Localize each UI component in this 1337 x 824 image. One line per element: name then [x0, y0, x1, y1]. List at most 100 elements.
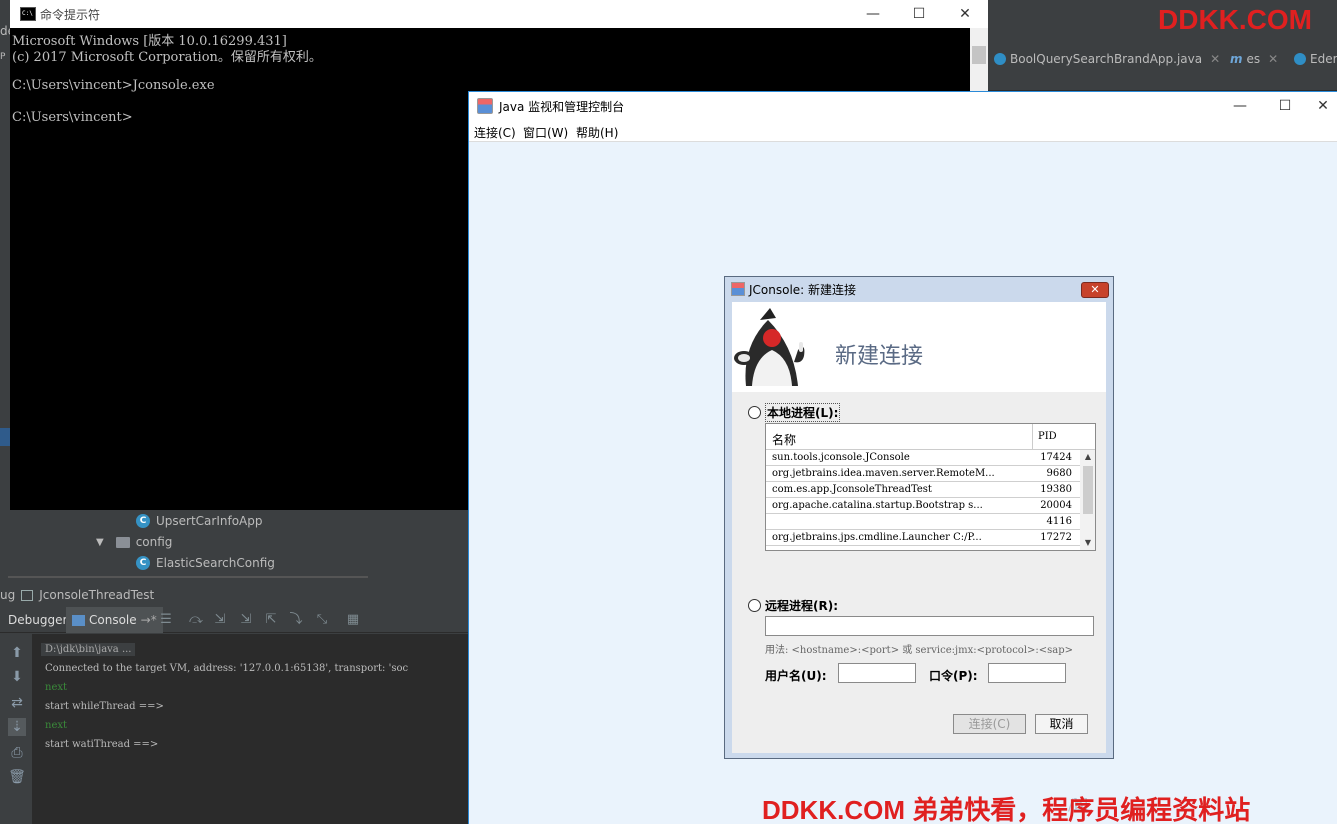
- console-line: next: [45, 720, 68, 731]
- tree-item-label: UpsertCarInfoApp: [156, 514, 263, 528]
- close-button[interactable]: ✕: [942, 0, 988, 28]
- table-row[interactable]: 4116: [766, 514, 1080, 530]
- menu-help[interactable]: 帮助(H): [576, 124, 618, 141]
- local-process-label: 本地进程(L):: [765, 403, 841, 422]
- debug-title: ug JconsoleThreadTest: [0, 586, 154, 604]
- username-input[interactable]: [838, 663, 916, 683]
- editor-tab-eder[interactable]: Eder: [1294, 48, 1337, 70]
- watermark-bottom: DDKK.COM 弟弟快看，程序员编程资料站: [762, 795, 1251, 824]
- menu-window[interactable]: 窗口(W): [523, 124, 568, 141]
- editor-tab-boolquery[interactable]: BoolQuerySearchBrandApp.java ✕: [994, 48, 1220, 70]
- soft-wrap-icon[interactable]: ⇄: [8, 694, 26, 712]
- dialog-title: JConsole: 新建连接: [749, 283, 857, 297]
- watermark-top: DDKK.COM: [1158, 4, 1312, 35]
- console-line: Connected to the target VM, address: '12…: [45, 663, 409, 674]
- close-icon[interactable]: ✕: [1210, 52, 1220, 66]
- print-icon[interactable]: ⎙: [8, 744, 26, 762]
- username-label: 用户名(U):: [765, 669, 827, 683]
- close-button[interactable]: ✕: [1307, 92, 1337, 120]
- remote-process-label: 远程进程(R):: [765, 599, 839, 613]
- list-icon[interactable]: ☰: [158, 612, 174, 628]
- step-into-icon[interactable]: ⇲: [212, 612, 228, 628]
- arrow-up-icon[interactable]: ⬆: [8, 644, 26, 662]
- scroll-down-icon[interactable]: ▼: [1080, 536, 1095, 550]
- jconsole-titlebar[interactable]: Java 监视和管理控制台 — ☐ ✕: [469, 92, 1337, 120]
- remote-process-radio[interactable]: [748, 599, 761, 612]
- connect-button[interactable]: 连接(C): [953, 714, 1026, 734]
- step-out-icon[interactable]: ⇱: [263, 612, 279, 628]
- dialog-banner: 新建连接: [732, 302, 1106, 392]
- menu-bar: 连接(C) 窗口(W) 帮助(H): [469, 120, 1337, 142]
- arrow-down-icon[interactable]: ⬇: [8, 668, 26, 686]
- cmd-line: (c) 2017 Microsoft Corporation。保留所有权利。: [12, 50, 322, 65]
- evaluate-icon[interactable]: ▦: [345, 612, 361, 628]
- process-name: org.jetbrains.jps.cmdline.Launcher C:/P.…: [772, 532, 982, 543]
- tree-item-elasticsearchconfig[interactable]: C ElasticSearchConfig: [136, 556, 275, 570]
- minimize-button[interactable]: —: [1217, 92, 1263, 120]
- scroll-up-icon[interactable]: ▲: [1080, 450, 1095, 464]
- column-divider[interactable]: [1032, 424, 1033, 450]
- table-row[interactable]: org.apache.catalina.startup.Bootstrap s.…: [766, 498, 1080, 514]
- process-pid: 4116: [1046, 516, 1072, 527]
- local-process-radio[interactable]: [748, 406, 761, 419]
- cmd-titlebar[interactable]: C:\ 命令提示符 — ☐ ✕: [10, 0, 988, 28]
- tree-item-upsertcarinfoapp[interactable]: C UpsertCarInfoApp: [136, 514, 263, 528]
- table-row[interactable]: com.es.app.JconsoleThreadTest 19380: [766, 482, 1080, 498]
- java-icon: [477, 98, 493, 114]
- process-table: 名称 PID sun.tools.jconsole.JConsole 17424…: [765, 423, 1096, 551]
- local-process-option[interactable]: 本地进程(L):: [748, 403, 841, 422]
- editor-tab-label: Eder: [1310, 52, 1337, 66]
- java-icon: [731, 282, 745, 296]
- table-row[interactable]: org.jetbrains.idea.maven.server.RemoteM.…: [766, 466, 1080, 482]
- cmd-line: C:\Users\vincent>Jconsole.exe: [12, 78, 215, 93]
- close-icon[interactable]: ✕: [1268, 52, 1278, 66]
- maven-icon: m: [1230, 52, 1243, 66]
- minimize-button[interactable]: —: [850, 0, 896, 28]
- tree-item-label: config: [135, 535, 173, 549]
- process-pid: 20004: [1040, 500, 1072, 511]
- pin-icon[interactable]: →*: [141, 613, 157, 627]
- tree-item-config[interactable]: ▼ config: [96, 535, 172, 549]
- chevron-down-icon[interactable]: ▼: [96, 537, 104, 548]
- console-line: start watiThread ==>: [45, 739, 159, 750]
- scroll-to-end-icon[interactable]: ⇣: [8, 718, 26, 736]
- trash-icon[interactable]: 🗑: [8, 768, 26, 786]
- menu-connection[interactable]: 连接(C): [474, 124, 516, 141]
- table-scrollbar[interactable]: ▲ ▼: [1080, 450, 1095, 550]
- remote-process-input[interactable]: [765, 616, 1094, 636]
- folder-icon: [115, 536, 130, 548]
- column-header-pid[interactable]: PID: [1038, 431, 1057, 442]
- class-icon: [1294, 53, 1306, 65]
- column-header-name[interactable]: 名称: [772, 431, 796, 448]
- remote-process-option[interactable]: 远程进程(R):: [748, 597, 838, 614]
- table-row[interactable]: sun.tools.jconsole.JConsole 17424: [766, 450, 1080, 466]
- console-line: start whileThread ==>: [45, 701, 164, 712]
- table-row[interactable]: org.jetbrains.jps.cmdline.Launcher C:/P.…: [766, 530, 1080, 546]
- tab-debugger[interactable]: Debugger: [2, 607, 73, 633]
- editor-tab-label: es: [1246, 52, 1261, 66]
- run-to-cursor-icon[interactable]: ⤡: [314, 612, 330, 628]
- maximize-button[interactable]: ☐: [896, 0, 942, 28]
- console-icon: [72, 614, 85, 626]
- debug-config-name: JconsoleThreadTest: [39, 588, 155, 602]
- process-name: org.jetbrains.idea.maven.server.RemoteM.…: [772, 468, 995, 479]
- dialog-close-button[interactable]: ✕: [1081, 282, 1109, 298]
- dialog-titlebar[interactable]: JConsole: 新建连接 ✕: [725, 277, 1113, 301]
- step-over-icon[interactable]: ⤼: [188, 612, 204, 628]
- password-input[interactable]: [988, 663, 1066, 683]
- drop-frame-icon[interactable]: ⤵: [288, 612, 304, 628]
- force-step-into-icon[interactable]: ⇲: [238, 612, 254, 628]
- class-icon: [994, 53, 1006, 65]
- scrollbar-thumb[interactable]: [1083, 466, 1093, 514]
- scrollbar-thumb[interactable]: [972, 46, 986, 64]
- cancel-button[interactable]: 取消: [1035, 714, 1088, 734]
- editor-tab-es[interactable]: m es ✕: [1230, 48, 1278, 70]
- cmd-title: 命令提示符: [40, 8, 101, 22]
- table-header: 名称 PID: [766, 424, 1095, 450]
- process-pid: 17272: [1040, 532, 1072, 543]
- new-connection-dialog: JConsole: 新建连接 ✕ 新建连接 本地进程(L): 名称 PID su…: [724, 276, 1114, 759]
- process-name: org.apache.catalina.startup.Bootstrap s.…: [772, 500, 983, 511]
- process-pid: 19380: [1040, 484, 1072, 495]
- maximize-button[interactable]: ☐: [1262, 92, 1308, 120]
- tab-console[interactable]: Console →*: [66, 607, 163, 633]
